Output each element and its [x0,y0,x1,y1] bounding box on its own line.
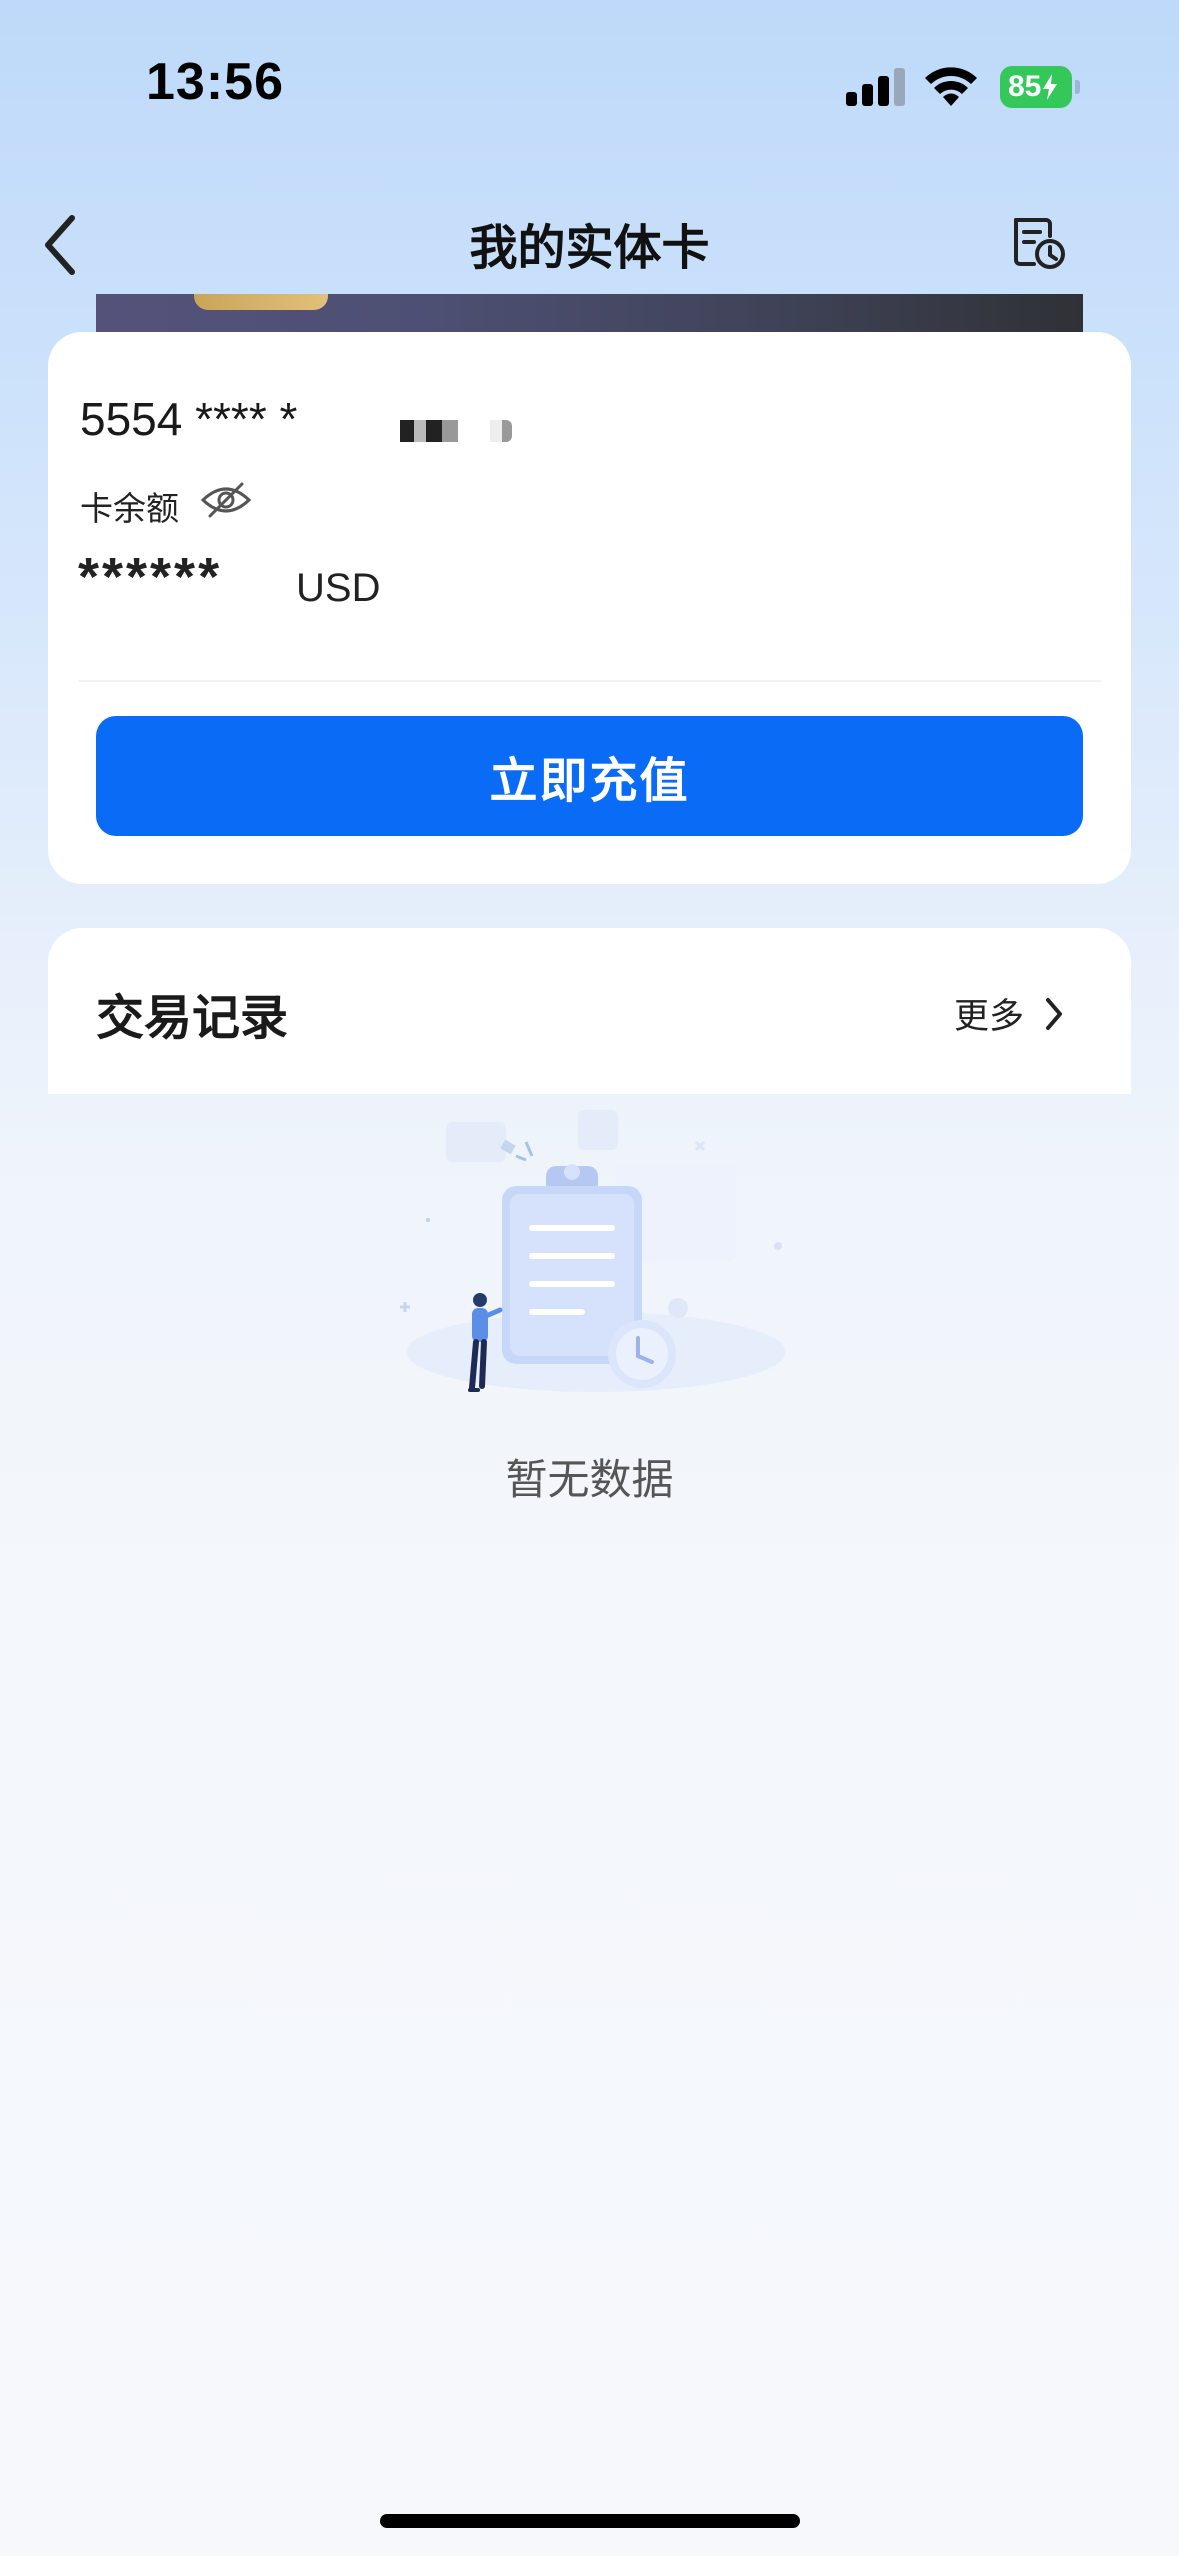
transactions-title: 交易记录 [96,990,289,1046]
transactions-panel: 交易记录 更多 [48,928,1131,1094]
more-label: 更多 [954,997,1025,1037]
balance-label: 卡余额 [80,489,179,528]
page-title: 我的实体卡 [469,220,710,276]
divider [78,680,1101,682]
empty-state-text: 暂无数据 [505,1455,674,1504]
battery-percent: 85 [1008,70,1042,103]
cellular-signal-icon [846,66,906,106]
wifi-icon [925,67,977,106]
balance-currency: USD [296,566,381,610]
card-info-panel: 5554 **** * 卡余额 ****** USD 立即充值 [48,332,1131,884]
empty-state-illustration [400,1110,786,1392]
card-history-icon[interactable] [1008,212,1068,272]
card-chip [194,294,328,310]
status-time: 13:56 [146,53,284,111]
battery-icon: 85 [1000,66,1080,108]
card-number: 5554 **** * [80,393,298,445]
recharge-button[interactable]: 立即充值 [96,716,1083,836]
chevron-right-icon [1046,997,1063,1030]
card-number-redaction [400,420,600,442]
eye-off-icon[interactable] [200,480,252,520]
more-transactions-link[interactable]: 更多 [954,988,1068,1039]
balance-value: ****** [78,547,223,607]
charging-bolt-icon [1043,74,1058,100]
home-indicator [380,2514,800,2528]
status-bar: 13:56 85 [0,0,1179,170]
